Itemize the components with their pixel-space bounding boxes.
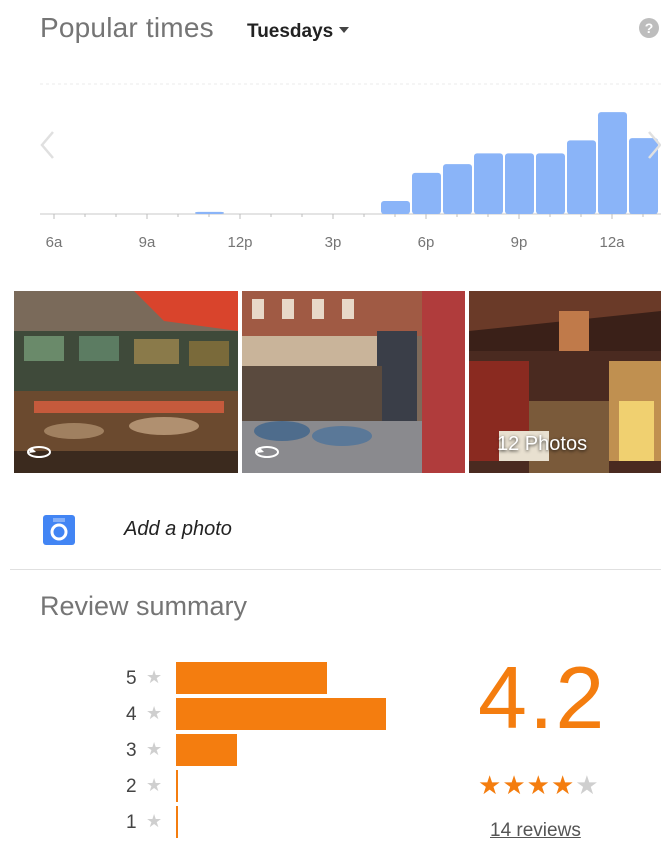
review-summary-title: Review summary [40,591,248,621]
rating-distribution: 5 ★ 4 ★ 3 ★ 2 ★ 1 ★ [126,662,426,842]
popular-times-header: Popular times Tuesdays ? [40,12,661,52]
chart-bar-6p[interactable] [412,172,441,214]
star-icon: ★ [146,667,163,687]
reviews-link[interactable]: 14 reviews [490,820,581,842]
star-icon: ★ [575,770,600,800]
rating-row-5: 5 ★ [126,662,426,696]
star-icon: ★ [146,775,163,795]
rating-bar-1 [176,806,179,838]
chart-tick-label: 6a [46,234,63,251]
chart-bar-11p[interactable] [567,140,596,214]
star-icon: ★ [146,739,163,759]
rating-bar-3 [176,734,237,766]
rating-row-number: 4 [126,704,137,725]
rating-stars: ★★★★★ [478,770,600,801]
chart-bar-8p[interactable] [474,153,503,214]
chart-tick-label: 9a [139,234,156,251]
popular-times-chart-svg: 6a 9a 12p 3p 6p 9p 12a [40,83,661,251]
chart-tick-label: 12p [227,234,252,251]
chart-bar-5p[interactable] [381,201,410,214]
chart-bar-7p[interactable] [443,164,472,214]
photo-sphere-icon [27,446,51,458]
star-icon: ★ [502,770,527,800]
rating-row-3: 3 ★ [126,734,426,768]
photo-dining-room[interactable]: 12 Photos [469,291,661,473]
rating-row-number: 2 [126,776,137,797]
caret-down-icon [339,26,350,33]
section-divider [10,569,661,570]
camera-icon [43,515,75,545]
chart-tick-label: 12a [599,234,625,251]
chart-bar-9p[interactable] [505,153,534,214]
chevron-right-icon[interactable] [644,130,661,160]
day-selector-label: Tuesdays [247,21,334,42]
chart-bar-12a[interactable] [598,112,627,214]
star-icon: ★ [146,811,163,831]
photo-terrace[interactable] [242,291,465,473]
star-icon: ★ [550,770,576,800]
rating-bar-2 [176,770,179,802]
rating-bar-4 [176,698,386,730]
photo-strip: 12 Photos [14,291,661,473]
star-icon: ★ [526,770,551,800]
star-icon: ★ [146,703,163,723]
rating-row-number: 1 [126,812,137,833]
chevron-left-icon[interactable] [38,130,58,160]
photo-count-label: 12 Photos [497,433,588,455]
chart-tick-label: 9p [511,234,528,251]
chart-tick-label: 6p [418,234,435,251]
rating-row-number: 3 [126,740,137,761]
help-icon[interactable]: ? [639,18,659,38]
rating-bar-5 [176,662,328,694]
popular-times-chart: 6a 9a 12p 3p 6p 9p 12a [0,60,661,260]
chart-bar-11a[interactable] [195,211,224,214]
rating-row-4: 4 ★ [126,698,426,732]
rating-row-2: 2 ★ [126,770,426,804]
rating-row-1: 1 ★ [126,806,426,840]
star-icon: ★ [478,770,503,800]
photo-sphere-icon [255,446,279,458]
photo-interior[interactable] [14,291,238,473]
day-selector[interactable]: Tuesdays [247,21,350,43]
rating-row-number: 5 [126,668,137,689]
chart-tick-label: 3p [325,234,342,251]
average-rating: 4.2 [478,648,607,747]
add-photo-label: Add a photo [124,518,232,540]
popular-times-title: Popular times [40,12,214,43]
chart-bar-10p[interactable] [536,153,565,214]
add-photo-button[interactable]: Add a photo [42,513,342,549]
